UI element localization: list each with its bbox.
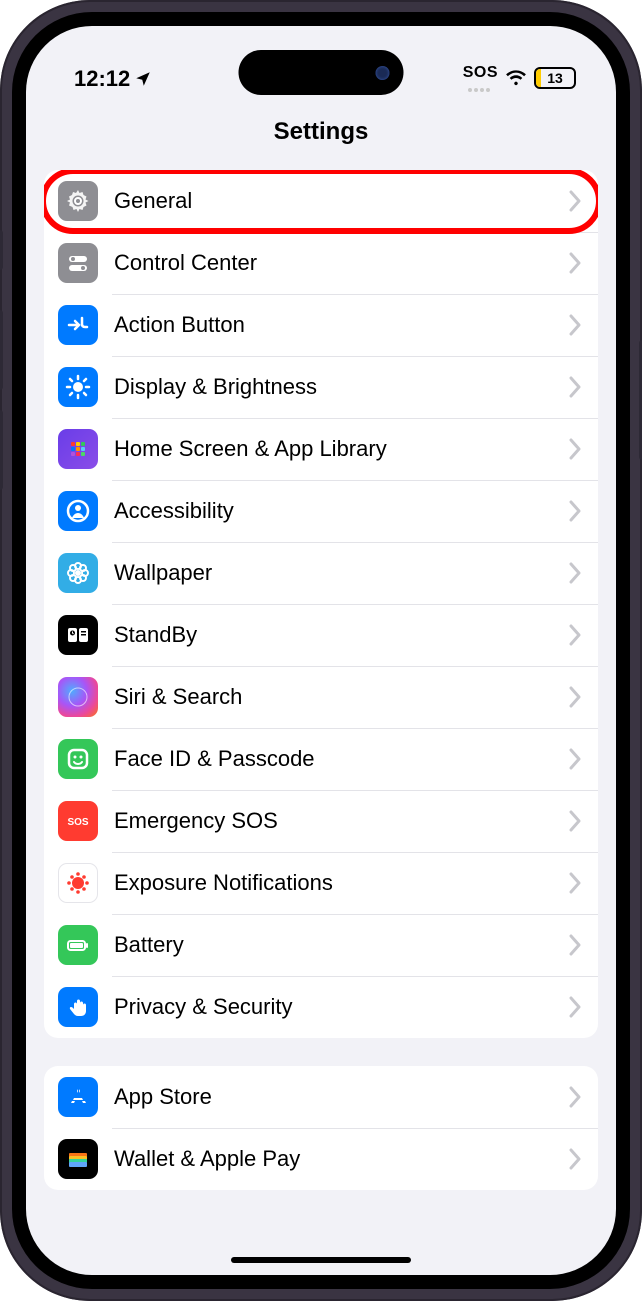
settings-row-wallpaper[interactable]: Wallpaper [44,542,598,604]
home-indicator[interactable] [231,1257,411,1263]
battery-fill [536,69,541,87]
screen: 12:12 SOS 13 Settings GeneralControl [26,26,616,1275]
chevron-right-icon [568,810,582,832]
flower-icon [58,553,98,593]
front-camera [376,66,390,80]
row-label: Battery [114,932,568,958]
settings-row-appstore[interactable]: App Store [44,1066,598,1128]
hand-icon [58,987,98,1027]
dynamic-island [239,50,404,95]
status-sos: SOS [463,64,498,82]
settings-row-battery[interactable]: Battery [44,914,598,976]
status-time: 12:12 [74,66,130,92]
chevron-right-icon [568,438,582,460]
chevron-right-icon [568,748,582,770]
wifi-icon [505,69,527,87]
settings-group: App Store Wallet & Apple Pay [44,1066,598,1190]
siri-icon [58,677,98,717]
battery-icon [58,925,98,965]
battery-percent: 13 [547,70,563,86]
row-label: Wallpaper [114,560,568,586]
sos-icon [58,801,98,841]
chevron-right-icon [568,624,582,646]
chevron-right-icon [568,872,582,894]
row-label: Exposure Notifications [114,870,568,896]
row-label: Display & Brightness [114,374,568,400]
row-label: Control Center [114,250,568,276]
grid-icon [58,429,98,469]
row-label: General [114,188,568,214]
wallet-icon [58,1139,98,1179]
chevron-right-icon [568,252,582,274]
settings-row-homescreen[interactable]: Home Screen & App Library [44,418,598,480]
appstore-icon [58,1077,98,1117]
row-label: Home Screen & App Library [114,436,568,462]
location-icon [134,70,152,88]
chevron-right-icon [568,1148,582,1170]
page-title: Settings [26,96,616,162]
virus-icon [58,863,98,903]
row-label: Emergency SOS [114,808,568,834]
row-label: Accessibility [114,498,568,524]
sun-icon [58,367,98,407]
person-circle-icon [58,491,98,531]
chevron-right-icon [568,686,582,708]
bezel: 12:12 SOS 13 Settings GeneralControl [12,12,630,1289]
chevron-right-icon [568,1086,582,1108]
settings-row-general[interactable]: General [44,170,598,232]
clock-card-icon [58,615,98,655]
status-left: 12:12 [74,66,152,92]
device-frame: 12:12 SOS 13 Settings GeneralControl [0,0,642,1301]
settings-row-action-button[interactable]: Action Button [44,294,598,356]
chevron-right-icon [568,376,582,398]
row-label: Siri & Search [114,684,568,710]
chevron-right-icon [568,996,582,1018]
row-label: StandBy [114,622,568,648]
settings-row-siri[interactable]: Siri & Search [44,666,598,728]
mute-switch [0,230,3,270]
settings-row-privacy[interactable]: Privacy & Security [44,976,598,1038]
row-label: App Store [114,1084,568,1110]
settings-row-emergency[interactable]: Emergency SOS [44,790,598,852]
face-icon [58,739,98,779]
chevron-right-icon [568,190,582,212]
status-right: SOS 13 [463,64,576,92]
settings-list[interactable]: General Control Center Action Button Displa… [26,162,616,1251]
settings-row-exposure[interactable]: Exposure Notifications [44,852,598,914]
settings-row-display[interactable]: Display & Brightness [44,356,598,418]
battery-indicator: 13 [534,67,576,89]
cellular-dots-icon [468,88,490,92]
settings-row-control-center[interactable]: Control Center [44,232,598,294]
settings-row-faceid[interactable]: Face ID & Passcode [44,728,598,790]
settings-row-standby[interactable]: StandBy [44,604,598,666]
settings-row-wallet[interactable]: Wallet & Apple Pay [44,1128,598,1190]
volume-down-button [0,410,3,490]
chevron-right-icon [568,934,582,956]
row-label: Wallet & Apple Pay [114,1146,568,1172]
switches-icon [58,243,98,283]
settings-row-accessibility[interactable]: Accessibility [44,480,598,542]
chevron-right-icon [568,500,582,522]
chevron-right-icon [568,562,582,584]
settings-group: General Control Center Action Button Displa… [44,170,598,1038]
action-icon [58,305,98,345]
volume-up-button [0,310,3,390]
row-label: Face ID & Passcode [114,746,568,772]
gear-icon [58,181,98,221]
chevron-right-icon [568,314,582,336]
row-label: Action Button [114,312,568,338]
row-label: Privacy & Security [114,994,568,1020]
